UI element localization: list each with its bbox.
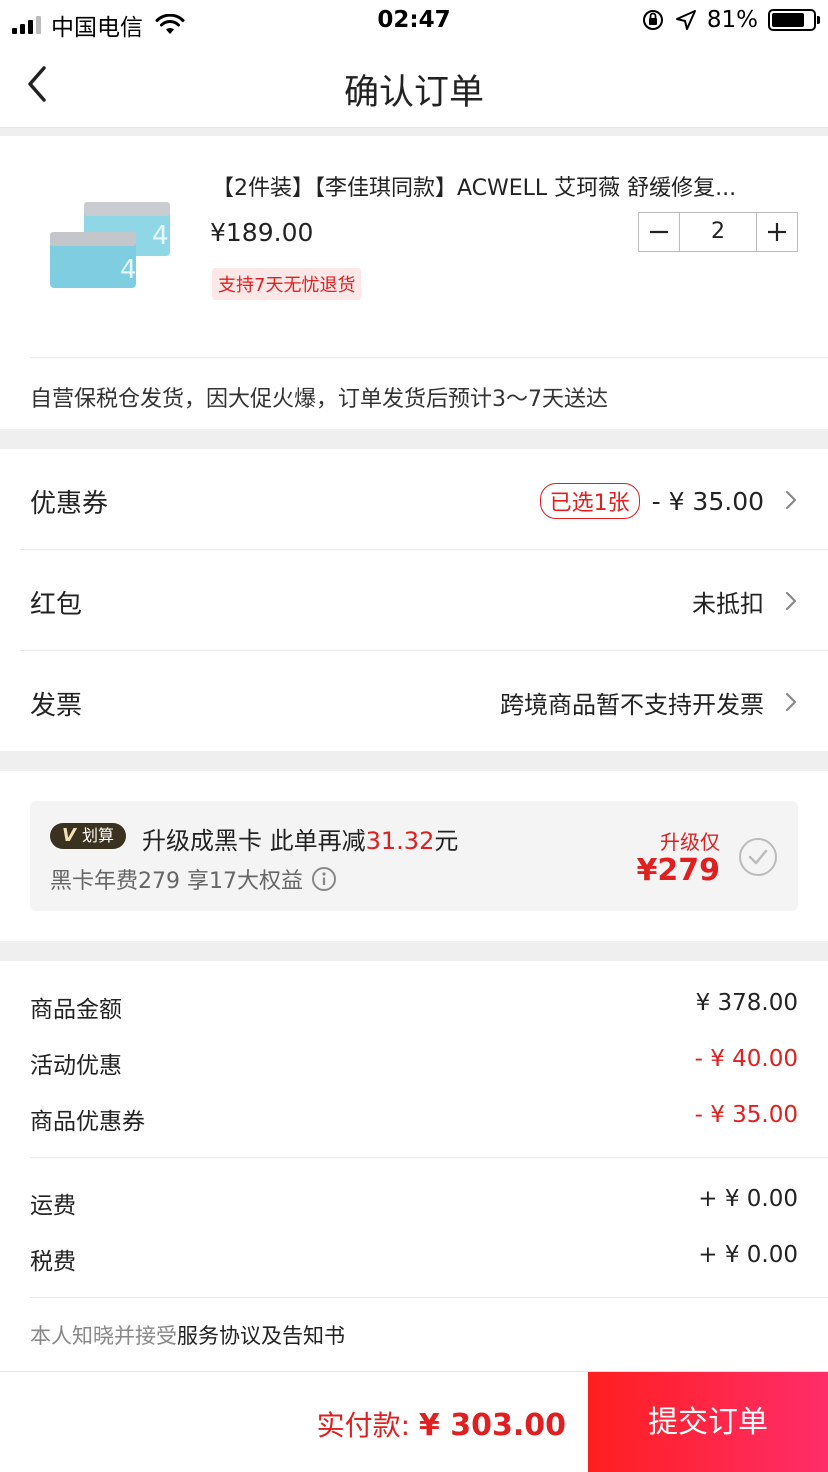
agreement-text: 本人知晓并接受服务协议及告知书 [30,1320,345,1350]
summary-value: - ¥ 40.00 [694,1046,798,1072]
info-icon[interactable] [311,866,337,892]
value-tag-text: 划算 [81,826,114,845]
upsell-price-label: 升级仅 [660,830,720,854]
pay-total: 实付款: ¥ 303.00 [317,1404,566,1444]
invoice-row[interactable]: 发票 跨境商品暂不支持开发票 [0,651,828,751]
section-gap [0,941,828,961]
battery-percent: 81% [706,7,758,33]
check-circle-icon[interactable] [738,837,778,877]
summary-line: 活动优惠 - ¥ 40.00 [30,1046,798,1079]
agreement-prefix: 本人知晓并接受 [30,1324,177,1348]
summary-value: - ¥ 35.00 [694,1102,798,1128]
summary-value: ¥ 378.00 [695,990,798,1016]
section-gap [0,128,828,136]
summary-value: + ¥ 0.00 [698,1242,798,1268]
summary-label: 商品金额 [30,997,122,1023]
checkout-bar: 实付款: ¥ 303.00 提交订单 [0,1371,828,1472]
coupon-label: 优惠券 [30,489,109,519]
quantity-stepper: 2 [638,212,798,252]
svg-text:4: 4 [152,221,169,251]
black-card-upsell[interactable]: V 划算 升级成黑卡 此单再减31.32元 黑卡年费279 享17大权益 升级仅… [30,801,798,911]
upsell-section: V 划算 升级成黑卡 此单再减31.32元 黑卡年费279 享17大权益 升级仅… [0,771,828,941]
red-packet-label: 红包 [30,590,83,620]
agreement-link[interactable]: 服务协议及告知书 [177,1324,345,1348]
product-card[interactable]: 4 4 【2件装】【李佳琪同款】ACWELL 艾珂薇 舒缓修复... ¥189.… [0,136,828,429]
upsell-headline-suffix: 元 [434,827,459,855]
divider [30,1157,828,1158]
upsell-saving-amount: 31.32 [365,827,435,855]
status-right: 81% [641,7,820,33]
upsell-headline-prefix: 升级成黑卡 此单再减 [142,827,366,855]
upsell-headline: 升级成黑卡 此单再减31.32元 [142,821,458,856]
invoice-value: 跨境商品暂不支持开发票 [500,691,764,719]
submit-order-button[interactable]: 提交订单 [588,1372,828,1472]
summary-line: 税费 + ¥ 0.00 [30,1242,798,1275]
chevron-right-icon [785,591,797,611]
summary-line: 运费 + ¥ 0.00 [30,1186,798,1219]
section-gap [0,429,828,449]
quantity-value[interactable]: 2 [679,213,757,251]
nav-bar: 确认订单 [0,42,828,128]
red-packet-value: 未抵扣 [692,590,764,618]
upsell-price: ¥279 [636,853,721,888]
minus-icon [650,230,668,234]
svg-text:4: 4 [120,255,137,285]
upsell-fee-text: 黑卡年费279 享17大权益 [50,869,303,894]
pay-label: 实付款: [316,1409,410,1442]
summary-label: 税费 [30,1249,76,1275]
coupon-amount: - ¥ 35.00 [651,486,764,516]
page-title: 确认订单 [343,73,484,113]
pay-amount: ¥ 303.00 [418,1408,566,1443]
invoice-label: 发票 [30,691,83,721]
increase-button[interactable] [757,213,797,251]
price-summary: 商品金额 ¥ 378.00 活动优惠 - ¥ 40.00 商品优惠券 - ¥ 3… [0,961,828,1371]
battery-fill [772,13,805,27]
location-arrow-icon [675,10,696,30]
vip-v-icon: V [62,825,76,846]
red-packet-row[interactable]: 红包 未抵扣 [0,550,828,650]
chevron-right-icon [785,692,797,712]
summary-label: 活动优惠 [30,1053,122,1079]
rotation-lock-icon [642,10,663,30]
divider [30,1297,828,1298]
upsell-subtext: 黑卡年费279 享17大权益 [50,863,337,895]
coupon-row[interactable]: 优惠券 已选1张 - ¥ 35.00 [0,449,828,549]
coupon-selected-badge: 已选1张 [539,483,640,519]
summary-line: 商品优惠券 - ¥ 35.00 [30,1102,798,1135]
return-policy-badge: 支持7天无忧退货 [212,268,362,300]
product-title[interactable]: 【2件装】【李佳琪同款】ACWELL 艾珂薇 舒缓修复... [212,170,802,202]
product-price: ¥189.00 [210,218,314,247]
value-tag: V 划算 [50,823,126,849]
plus-icon [768,223,786,241]
battery-icon [768,9,820,31]
chevron-right-icon [785,490,797,510]
summary-line: 商品金额 ¥ 378.00 [30,990,798,1023]
summary-value: + ¥ 0.00 [698,1186,798,1212]
summary-label: 运费 [30,1193,76,1219]
product-image[interactable]: 4 4 [40,196,180,296]
coupon-value: 已选1张 - ¥ 35.00 [539,483,764,519]
section-gap [0,751,828,771]
divider [30,357,828,358]
shipping-note: 自营保税仓发货，因大促火爆，订单发货后预计3～7天送达 [30,387,608,412]
summary-label: 商品优惠券 [30,1109,145,1135]
decrease-button[interactable] [639,213,679,251]
status-bar: 中国电信 02:47 81% [0,0,828,42]
